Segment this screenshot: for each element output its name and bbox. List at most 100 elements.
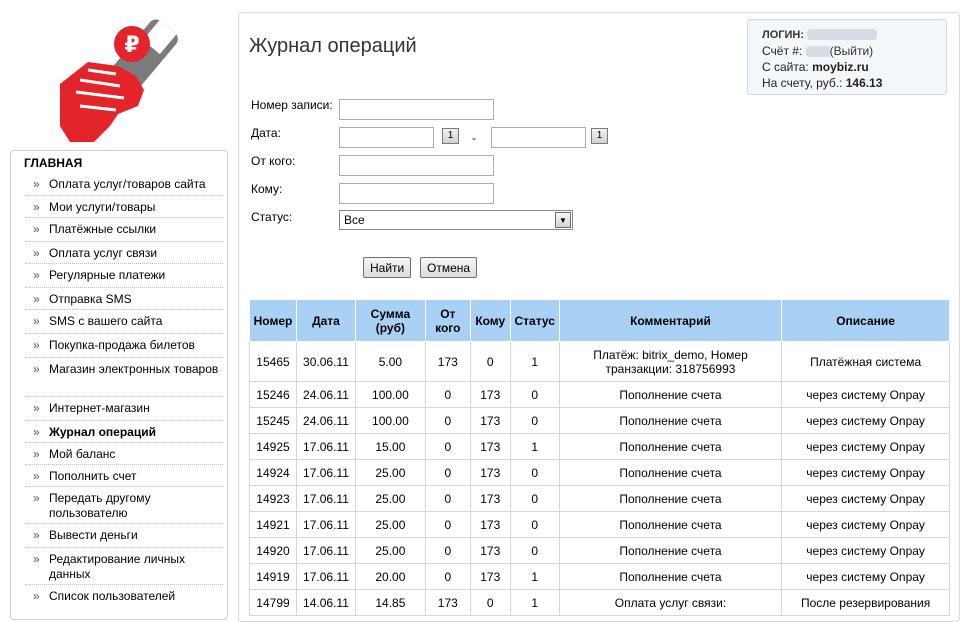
cell-comment: Пополнение счета (559, 537, 783, 564)
sidebar-item-label[interactable]: Платёжные ссылки (25, 218, 223, 241)
sidebar-item-label[interactable]: Мой баланс (25, 443, 223, 466)
balance-label: На счету, руб.: (762, 76, 843, 90)
cell-comment: Пополнение счета (559, 433, 783, 460)
sidebar-item-label[interactable]: Пополнить счет (25, 465, 223, 488)
column-header[interactable]: Номер (249, 299, 297, 342)
sidebar-item-label[interactable]: Список пользователей (25, 585, 223, 608)
from-label: От кого: (251, 154, 296, 168)
column-header[interactable]: От кого (424, 299, 471, 342)
table-row: 15245 24.06.11 100.00 0 173 0 Пополнение счета… (249, 407, 950, 434)
sidebar-item-label[interactable]: Передать другому пользователю (25, 487, 223, 525)
cell-from: 0 (425, 407, 471, 434)
cell-date: 17.06.11 (296, 511, 356, 538)
sidebar-item-label[interactable]: Интернет-магазин (25, 397, 223, 420)
cell-status: 1 (510, 433, 560, 460)
column-header[interactable]: Кому (469, 299, 511, 342)
cell-date: 17.06.11 (296, 537, 356, 564)
bullet-icon: » (33, 589, 40, 603)
sidebar-item-label[interactable]: Покупка-продажа билетов (25, 334, 223, 357)
cell-number: 15245 (249, 407, 297, 434)
cell-status: 1 (510, 589, 560, 616)
date-to-input[interactable] (491, 127, 586, 148)
svg-text:₽: ₽ (124, 33, 139, 58)
cell-to: 173 (470, 407, 511, 434)
find-button[interactable]: Найти (363, 257, 412, 278)
cancel-button[interactable]: Отмена (420, 257, 478, 278)
cell-number: 14924 (249, 459, 297, 486)
column-header[interactable]: Дата (295, 299, 356, 342)
calendar-from-icon[interactable]: 1 (442, 128, 459, 144)
cell-number: 14919 (249, 563, 297, 590)
sidebar-item-label[interactable]: Магазин электронных товаров (25, 358, 223, 381)
account-info-box: ЛОГИН: Счёт #: (Выйти) С сайта: moybiz.r… (747, 19, 947, 95)
sidebar-title: ГЛАВНАЯ (24, 156, 83, 170)
sidebar-item-online-store[interactable]: » Интернет-магазин (25, 396, 223, 420)
sidebar-item-label[interactable]: Вывести деньги (25, 524, 223, 547)
sidebar-item-label[interactable]: Редактирование личных данных (25, 548, 223, 586)
sidebar-item-label[interactable]: Регулярные платежи (25, 264, 223, 287)
sidebar-item-transfer[interactable]: » Передать другому пользователю (25, 486, 223, 525)
column-header[interactable]: Статус (509, 299, 560, 342)
sidebar-item-my-services[interactable]: » Мои услуги/товары (25, 195, 223, 219)
sidebar-item-label[interactable]: Оплата услуг связи (25, 242, 223, 265)
cell-to: 173 (470, 537, 511, 564)
sidebar-item-user-list[interactable]: » Список пользователей (25, 584, 223, 608)
table-row: 14919 17.06.11 20.00 0 173 1 Пополнение счета ч… (249, 563, 950, 590)
cell-from: 0 (425, 563, 471, 590)
sidebar-item-digital-store[interactable]: » Магазин электронных товаров (25, 357, 223, 381)
column-header[interactable]: Сумма (руб) (354, 299, 426, 342)
sidebar-item-label[interactable]: SMS с вашего сайта (25, 310, 223, 333)
cell-description: через систему Onpay (781, 459, 950, 486)
bullet-icon: » (33, 246, 40, 260)
calendar-to-icon[interactable]: 1 (591, 128, 608, 144)
site-logo[interactable]: ₽ (58, 14, 182, 146)
cell-status: 1 (510, 341, 560, 382)
cell-number: 14921 (249, 511, 297, 538)
table-row: 14920 17.06.11 25.00 0 173 0 Пополнение счета ч… (249, 537, 950, 564)
cell-amount: 25.00 (355, 459, 426, 486)
date-from-input[interactable] (339, 127, 434, 148)
from-input[interactable] (339, 155, 494, 176)
sidebar-item-site-payments[interactable]: » Оплата услуг/товаров сайта (25, 173, 223, 196)
sidebar-item-my-balance[interactable]: » Мой баланс (25, 442, 223, 466)
date-label: Дата: (251, 126, 281, 140)
cell-number: 15465 (249, 341, 297, 382)
balance-value: 146.13 (845, 76, 883, 90)
cell-to: 173 (470, 485, 511, 512)
login-value-redacted (807, 29, 878, 41)
cell-to: 0 (470, 589, 511, 616)
chevron-down-icon[interactable]: ▼ (555, 212, 571, 228)
sidebar-item-label[interactable]: Отправка SMS (25, 288, 223, 311)
date-separator: - (472, 131, 476, 145)
cell-date: 24.06.11 (296, 407, 356, 434)
cell-amount: 100.00 (355, 407, 426, 434)
bullet-icon: » (33, 552, 40, 566)
sidebar-item-withdraw[interactable]: » Вывести деньги (25, 523, 223, 547)
sidebar-item-label[interactable]: Оплата услуг/товаров сайта (25, 173, 223, 196)
to-input[interactable] (339, 183, 494, 204)
sidebar-item-operations-log[interactable]: » Журнал операций (25, 420, 223, 444)
cell-date: 14.06.11 (296, 589, 356, 616)
cell-description: Платёжная система (781, 341, 950, 382)
sidebar-item-telecom-payments[interactable]: » Оплата услуг связи (25, 241, 223, 265)
column-header[interactable]: Описание (781, 299, 950, 342)
cell-to: 173 (470, 433, 511, 460)
logout-link[interactable]: (Выйти) (830, 44, 874, 58)
cell-comment: Пополнение счета (559, 407, 783, 434)
sidebar-item-label[interactable]: Журнал операций (25, 421, 223, 444)
cell-amount: 100.00 (355, 381, 426, 408)
column-header[interactable]: Комментарий (558, 299, 783, 342)
status-select[interactable]: Все ▼ (339, 210, 573, 230)
sidebar-item-label[interactable]: Мои услуги/товары (25, 196, 223, 219)
bullet-icon: » (33, 314, 40, 328)
sidebar-item-top-up[interactable]: » Пополнить счет (25, 464, 223, 488)
sidebar-item-recurring-payments[interactable]: » Регулярные платежи (25, 263, 223, 287)
site-label: С сайта: (762, 60, 809, 74)
account-number-redacted (805, 46, 830, 58)
sidebar-item-send-sms[interactable]: » Отправка SMS (25, 287, 223, 311)
sidebar-item-tickets[interactable]: » Покупка-продажа билетов (25, 333, 223, 357)
sidebar-item-site-sms[interactable]: » SMS с вашего сайта (25, 309, 223, 333)
record-number-input[interactable] (339, 99, 494, 120)
sidebar-item-edit-profile[interactable]: » Редактирование личных данных (25, 547, 223, 586)
sidebar-item-payment-links[interactable]: » Платёжные ссылки (25, 217, 223, 241)
